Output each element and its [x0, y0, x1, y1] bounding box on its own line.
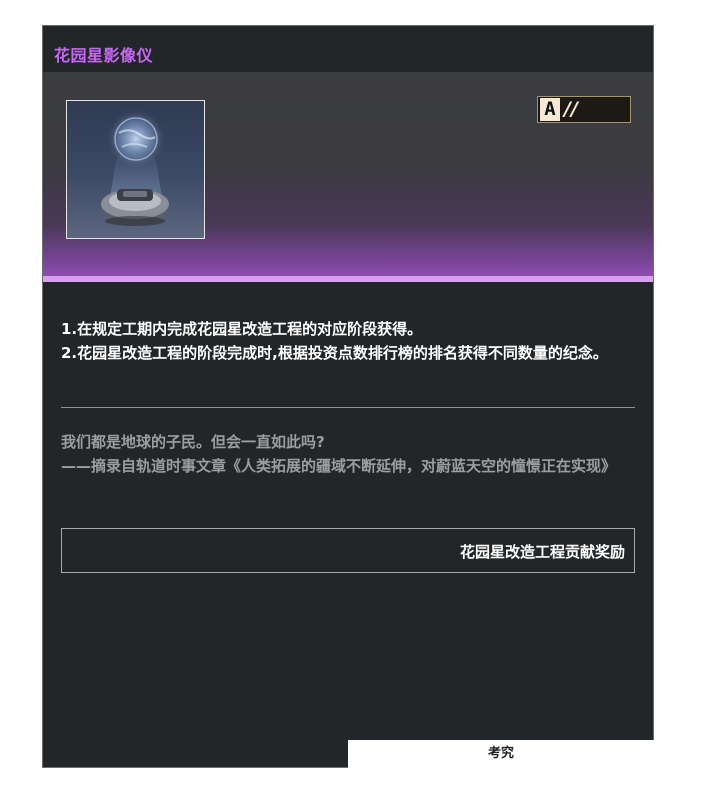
item-description: 1.在规定工期内完成花园星改造工程的对应阶段获得。 2.花园星改造工程的阶段完成…	[61, 317, 637, 365]
item-title: 花园星影像仪	[54, 46, 154, 65]
banner-accent-line	[43, 276, 653, 282]
description-line-2: 2.花园星改造工程的阶段完成时,根据投资点数排行榜的排名获得不同数量的纪念。	[61, 344, 608, 362]
rank-mark: //	[564, 98, 578, 120]
tab-research[interactable]: 考究	[348, 740, 654, 768]
section-divider	[61, 407, 635, 408]
source-reward-button[interactable]: 花园星改造工程贡献奖励	[61, 528, 635, 573]
quote-line-1: 我们都是地球的子民。但会一直如此吗?	[61, 433, 325, 451]
flavor-quote: 我们都是地球的子民。但会一直如此吗? ——摘录自轨道时事文章《人类拓展的疆域不断…	[61, 430, 637, 478]
item-detail-card: 花园星影像仪 A // 1.在规定工期内完成花园星改造工程的对应阶段获得。 2.…	[42, 25, 654, 768]
description-line-1: 1.在规定工期内完成花园星改造工程的对应阶段获得。	[61, 320, 423, 338]
item-thumbnail	[66, 100, 205, 239]
hologram-projector-image	[101, 109, 169, 226]
title-bar: 花园星影像仪	[43, 26, 653, 72]
reward-label: 花园星改造工程贡献奖励	[459, 543, 625, 561]
rank-badge: A //	[537, 96, 631, 123]
quote-line-2: ——摘录自轨道时事文章《人类拓展的疆域不断延伸，对蔚蓝天空的憧憬正在实现》	[61, 457, 617, 475]
rank-letter: A	[540, 98, 560, 121]
